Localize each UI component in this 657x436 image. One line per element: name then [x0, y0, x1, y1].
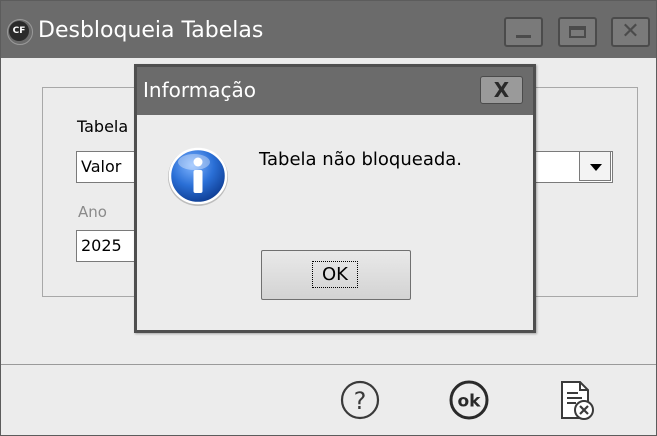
svg-text:ok: ok [458, 392, 482, 412]
ano-label: Ano [78, 203, 107, 221]
dialog-close-button[interactable]: X [480, 76, 523, 104]
maximize-button[interactable] [558, 17, 597, 47]
close-icon: ✕ [621, 19, 640, 44]
tabela-label: Tabela [77, 117, 129, 136]
title-bar: CF Desbloqueia Tabelas ✕ [1, 1, 656, 58]
dialog-message: Tabela não bloqueada. [259, 149, 463, 170]
app-logo-icon: CF [7, 19, 33, 45]
dialog-ok-button[interactable]: OK [261, 250, 411, 300]
info-dialog: Informação X Tabela não bloqueada. OK [134, 64, 536, 333]
cancel-document-button[interactable] [554, 378, 598, 422]
dialog-title-bar: Informação X [137, 67, 533, 115]
dialog-title: Informação [143, 78, 256, 102]
chevron-down-icon[interactable] [579, 151, 611, 181]
ok-button[interactable]: ok [447, 378, 491, 422]
close-button[interactable]: ✕ [611, 17, 650, 47]
footer-divider [1, 364, 656, 365]
svg-text:?: ? [354, 387, 367, 415]
info-icon [168, 147, 228, 206]
window-title: Desbloqueia Tabelas [38, 18, 264, 43]
help-button[interactable]: ? [338, 378, 382, 422]
ok-button-label: OK [312, 261, 358, 288]
minimize-button[interactable] [504, 17, 543, 47]
